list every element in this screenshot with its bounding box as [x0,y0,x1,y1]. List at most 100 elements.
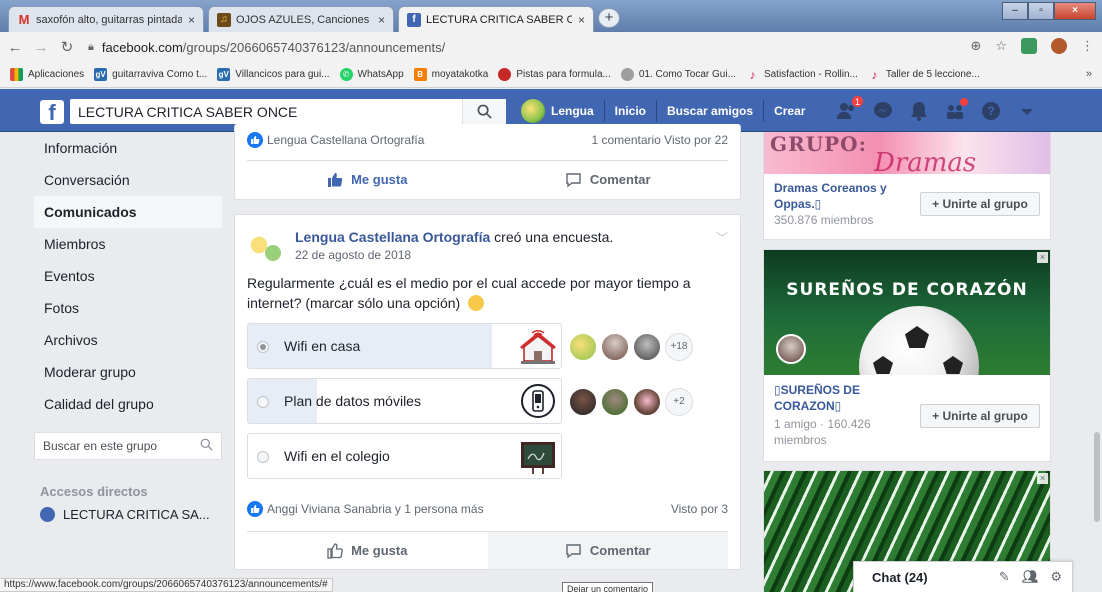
maximize-button[interactable]: ▫ [1028,2,1054,20]
group-name-link[interactable]: Dramas Coreanos y Oppas.▯ [774,180,924,212]
like-button[interactable]: Me gusta [247,532,488,569]
post-options-chevron-icon[interactable]: ﹀ [716,229,728,246]
scrollbar-thumb[interactable] [1094,432,1100,522]
group-cover-image[interactable]: GRUPO: Dramas Coreanos [764,132,1050,174]
quick-help-people-icon[interactable] [944,97,969,122]
more-voters-count[interactable]: +2 [665,388,693,416]
facebook-logo-icon[interactable]: f [40,100,64,124]
like-button[interactable]: Me gusta [247,161,488,198]
browser-tab-gmail[interactable]: M saxofón alto, guitarras pintadas y × [8,6,204,32]
voter-avatar[interactable] [569,333,597,361]
browser-tab-song[interactable]: ♫ OJOS AZULES, Canciones Popula × [208,6,394,32]
left-nav-item-conversacion[interactable]: Conversación [34,164,222,196]
nav-profile-link[interactable]: Lengua [551,104,594,118]
join-group-button[interactable]: + Unirte al grupo [920,192,1040,216]
page-scrollbar[interactable] [1092,132,1102,592]
bookmark-item[interactable]: Bmoyatakotka [413,68,488,81]
search-button[interactable] [462,99,506,124]
join-group-button[interactable]: + Unirte al grupo [920,404,1040,428]
reaction-names[interactable]: Anggi Viviana Sanabria y 1 persona más [267,502,484,516]
notifications-bell-icon[interactable] [908,100,930,122]
bookmark-item[interactable]: ✆ WhatsApp [339,68,404,81]
bookmark-item[interactable]: gV Villancicos para gui... [217,68,330,81]
left-nav-item-moderar[interactable]: Moderar grupo [34,356,222,388]
bookmark-item[interactable]: 01. Como Tocar Gui... [620,68,736,81]
school-board-icon [518,437,558,475]
comment-button[interactable]: Comentar [487,532,728,569]
minimize-button[interactable]: – [1002,2,1028,20]
tab-close-icon[interactable]: × [188,13,195,27]
left-nav-item-informacion[interactable]: Información [34,132,222,164]
shortcut-group-item[interactable]: LECTURA CRITICA SA... [40,507,210,522]
reaction-names[interactable]: Lengua Castellana Ortografía [267,133,424,147]
forward-arrow-icon[interactable]: → [30,39,52,56]
left-nav-item-eventos[interactable]: Eventos [34,260,222,292]
account-menu-caret-icon[interactable] [1016,100,1038,122]
tab-close-icon[interactable]: × [578,13,585,27]
bookmarks-overflow-button[interactable]: » [1086,68,1092,80]
bookmark-item[interactable]: ♪ Satisfaction - Rollin... [746,68,857,82]
seen-by-count[interactable]: Visto por 3 [671,502,728,516]
chat-settings-gear-icon[interactable]: ⚙ [1050,569,1062,585]
poll-radio-selected[interactable] [257,341,269,353]
bookmark-item[interactable]: ♪ Taller de 5 leccione... [868,68,980,82]
star-icon[interactable]: ☆ [995,38,1007,54]
left-nav-item-calidad[interactable]: Calidad del grupo [34,388,222,420]
profile-icon[interactable] [1051,38,1067,54]
bookmark-item[interactable]: Pistas para formula... [498,68,611,81]
close-icon[interactable]: × [1037,252,1048,263]
poll-option-datos-moviles[interactable]: Plan de datos móviles [247,378,562,424]
url-field[interactable]: 🔒︎ facebook.com /groups/2066065740376123… [88,40,445,55]
voter-avatar[interactable] [601,333,629,361]
group-search-input[interactable]: Buscar en este grupo [34,432,222,460]
notification-dot [959,97,969,107]
close-window-button[interactable]: × [1054,2,1096,20]
author-avatar[interactable] [247,229,287,269]
tab-close-icon[interactable]: × [378,13,385,27]
poll-radio[interactable] [257,396,269,408]
poll-radio[interactable] [257,451,269,463]
new-tab-button[interactable]: + [598,8,620,28]
new-message-icon[interactable]: ✎ [999,569,1010,585]
guitarraviva-icon: gV [217,68,231,81]
comment-seen-stats[interactable]: 1 comentario Visto por 22 [591,133,728,147]
new-group-icon[interactable]: 👥︎ [1022,569,1039,585]
nav-create-link[interactable]: Crear [774,104,805,118]
bookmark-apps[interactable]: Aplicaciones [10,68,84,81]
facebook-search-input[interactable]: LECTURA CRITICA SABER ONCE [70,99,506,124]
more-voters-count[interactable]: +18 [665,333,693,361]
post-stats-row: Lengua Castellana Ortografía 1 comentari… [235,126,740,154]
close-icon[interactable]: × [1037,473,1048,484]
group-cover-image[interactable]: SUREÑOS DE CORAZÓN [764,250,1050,375]
left-nav-item-comunicados[interactable]: Comunicados [34,196,222,228]
profile-avatar[interactable] [521,99,545,123]
bookmark-item[interactable]: gV guitarraviva Como t... [94,68,207,81]
author-name-link[interactable]: Lengua Castellana Ortografía [295,229,490,245]
voter-avatar[interactable] [601,388,629,416]
group-name-link[interactable]: ▯SUREÑOS DE CORAZON▯ [774,382,904,414]
bookmark-label: Taller de 5 leccione... [885,69,980,80]
comment-button[interactable]: Comentar [488,161,729,198]
nav-find-friends-link[interactable]: Buscar amigos [667,104,753,118]
messenger-icon[interactable] [872,100,894,122]
friend-requests-icon[interactable]: 1 [836,95,864,122]
voter-avatar[interactable] [633,388,661,416]
chat-bar[interactable]: Chat (24) ✎ 👥︎ ⚙ [853,561,1073,592]
left-nav-item-miembros[interactable]: Miembros [34,228,222,260]
browser-tab-facebook[interactable]: f LECTURA CRITICA SABER ONCE × [398,6,594,32]
voter-avatar[interactable] [633,333,661,361]
poll-option-wifi-colegio[interactable]: Wifi en el colegio [247,433,562,479]
back-arrow-icon[interactable]: ← [4,39,26,56]
menu-dots-icon[interactable]: ⋮ [1081,38,1094,54]
reload-icon[interactable]: ↻ [56,38,78,56]
poll-option-wifi-casa[interactable]: Wifi en casa [247,323,562,369]
extension-icon[interactable] [1021,38,1037,54]
left-nav-item-archivos[interactable]: Archivos [34,324,222,356]
help-question-icon[interactable]: ? [980,100,1002,122]
nav-home-link[interactable]: Inicio [615,104,646,118]
zoom-icon[interactable]: ⊕ [970,38,981,54]
search-icon [477,104,492,119]
voter-avatar[interactable] [569,388,597,416]
post-date[interactable]: 22 de agosto de 2018 [295,248,613,262]
left-nav-item-fotos[interactable]: Fotos [34,292,222,324]
